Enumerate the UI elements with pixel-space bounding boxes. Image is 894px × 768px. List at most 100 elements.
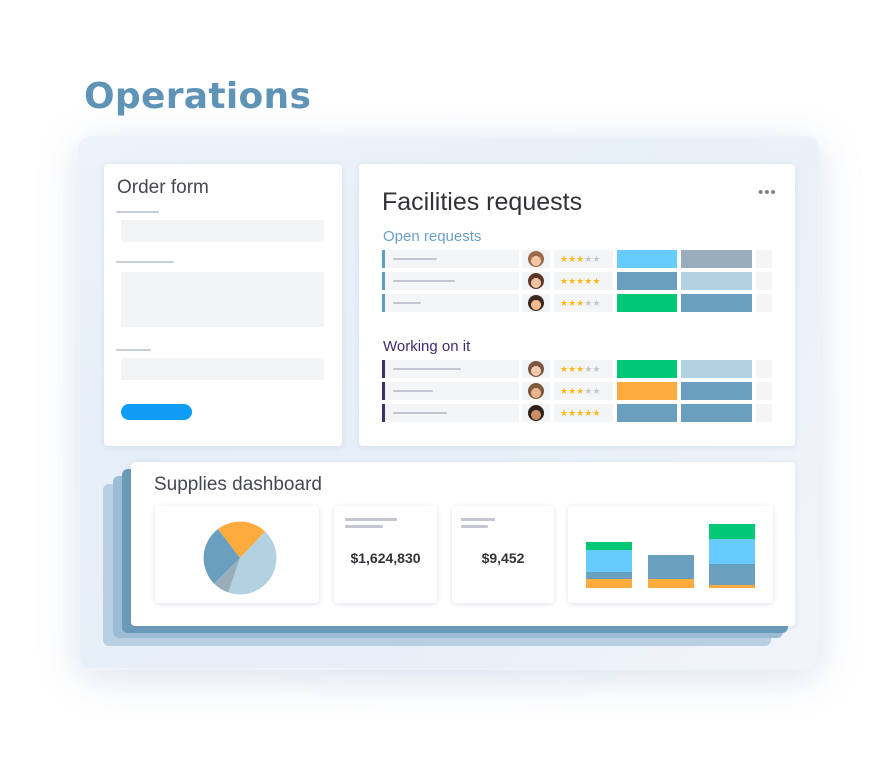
star-icon: ★ xyxy=(592,276,601,286)
star-icon: ★ xyxy=(568,254,577,264)
person-cell[interactable] xyxy=(522,250,550,268)
pie-chart-widget[interactable] xyxy=(155,506,319,603)
star-icon: ★ xyxy=(592,408,601,418)
metric-widget-secondary[interactable]: $9,452 xyxy=(452,506,554,603)
star-icon: ★ xyxy=(568,386,577,396)
metric-label xyxy=(345,518,397,521)
star-icon: ★ xyxy=(560,408,569,418)
form-text-input[interactable] xyxy=(121,220,324,242)
priority-label[interactable] xyxy=(681,250,752,268)
metric-label xyxy=(461,525,488,528)
form-text-input[interactable] xyxy=(121,358,324,380)
supplies-title: Supplies dashboard xyxy=(154,474,322,495)
priority-label[interactable] xyxy=(681,404,752,422)
rating-cell[interactable]: ★★★★★ xyxy=(554,382,613,400)
person-cell[interactable] xyxy=(522,272,550,290)
page-title: Operations xyxy=(84,76,312,117)
rating-cell[interactable]: ★★★★★ xyxy=(554,360,613,378)
item-name-placeholder xyxy=(393,412,447,414)
item-name-cell[interactable] xyxy=(382,272,519,290)
form-label xyxy=(116,349,151,351)
item-name-cell[interactable] xyxy=(382,250,519,268)
bar-3-sky xyxy=(709,539,755,564)
item-name-placeholder xyxy=(393,280,455,282)
bar-1-orange xyxy=(586,579,632,588)
ellipsis-icon[interactable]: ••• xyxy=(758,184,777,201)
rating-cell[interactable]: ★★★★★ xyxy=(554,272,613,290)
status-label[interactable] xyxy=(617,404,677,422)
item-name-placeholder xyxy=(393,368,461,370)
star-icon: ★ xyxy=(592,298,601,308)
person-avatar xyxy=(528,295,544,311)
item-name-cell[interactable] xyxy=(382,404,519,422)
star-icon: ★ xyxy=(560,276,569,286)
star-icon: ★ xyxy=(568,364,577,374)
order-form-card: Order form xyxy=(104,164,342,446)
rating-cell[interactable]: ★★★★★ xyxy=(554,404,613,422)
group-title-open-requests: Open requests xyxy=(383,228,482,245)
status-label[interactable] xyxy=(617,250,677,268)
board-item-row[interactable]: ★★★★★ xyxy=(382,272,772,290)
priority-label[interactable] xyxy=(681,294,752,312)
empty-cell[interactable] xyxy=(756,294,772,312)
priority-label[interactable] xyxy=(681,272,752,290)
empty-cell[interactable] xyxy=(756,382,772,400)
bar-1-green xyxy=(586,542,632,550)
status-label[interactable] xyxy=(617,360,677,378)
item-name-placeholder xyxy=(393,302,421,304)
bar-3-green xyxy=(709,524,755,539)
metric-value: $1,624,830 xyxy=(350,550,421,566)
board-item-row[interactable]: ★★★★★ xyxy=(382,360,772,378)
facilities-requests-card: Facilities requests ••• Open requests Wo… xyxy=(359,164,795,446)
person-cell[interactable] xyxy=(522,382,550,400)
rating-cell[interactable]: ★★★★★ xyxy=(554,294,613,312)
order-form-title: Order form xyxy=(117,177,209,198)
star-icon: ★ xyxy=(568,276,577,286)
priority-label[interactable] xyxy=(681,360,752,378)
status-label[interactable] xyxy=(617,272,677,290)
metric-widget-total[interactable]: $1,624,830 xyxy=(334,506,437,603)
star-icon: ★ xyxy=(560,254,569,264)
supplies-dashboard-card: Supplies dashboard $1,624,830 $9,452 xyxy=(131,462,795,626)
board-item-row[interactable]: ★★★★★ xyxy=(382,250,772,268)
form-label xyxy=(116,261,174,263)
bar-3-steel xyxy=(709,564,755,585)
person-avatar xyxy=(528,405,544,421)
star-icon: ★ xyxy=(568,298,577,308)
pie-chart xyxy=(203,521,277,595)
board-item-row[interactable]: ★★★★★ xyxy=(382,294,772,312)
star-icon: ★ xyxy=(592,364,601,374)
stacked-bar-widget[interactable] xyxy=(568,506,773,603)
item-name-cell[interactable] xyxy=(382,382,519,400)
bar-2-orange xyxy=(648,579,694,588)
metric-value: $9,452 xyxy=(481,550,525,566)
item-name-cell[interactable] xyxy=(382,294,519,312)
star-icon: ★ xyxy=(568,408,577,418)
bar-3-orange xyxy=(709,585,755,588)
submit-button[interactable] xyxy=(121,404,192,420)
star-icon: ★ xyxy=(560,364,569,374)
empty-cell[interactable] xyxy=(756,250,772,268)
item-name-cell[interactable] xyxy=(382,360,519,378)
empty-cell[interactable] xyxy=(756,404,772,422)
rating-cell[interactable]: ★★★★★ xyxy=(554,250,613,268)
status-label[interactable] xyxy=(617,382,677,400)
priority-label[interactable] xyxy=(681,382,752,400)
empty-cell[interactable] xyxy=(756,360,772,378)
board-item-row[interactable]: ★★★★★ xyxy=(382,382,772,400)
metric-label xyxy=(461,518,495,521)
person-cell[interactable] xyxy=(522,404,550,422)
person-avatar xyxy=(528,273,544,289)
star-icon: ★ xyxy=(560,298,569,308)
bar-2-steel xyxy=(648,555,694,579)
metric-label xyxy=(345,525,383,528)
person-avatar xyxy=(528,383,544,399)
form-textarea[interactable] xyxy=(121,272,324,327)
status-label[interactable] xyxy=(617,294,677,312)
board-item-row[interactable]: ★★★★★ xyxy=(382,404,772,422)
person-avatar xyxy=(528,251,544,267)
stacked-bar-chart xyxy=(586,524,755,588)
person-cell[interactable] xyxy=(522,360,550,378)
person-cell[interactable] xyxy=(522,294,550,312)
empty-cell[interactable] xyxy=(756,272,772,290)
